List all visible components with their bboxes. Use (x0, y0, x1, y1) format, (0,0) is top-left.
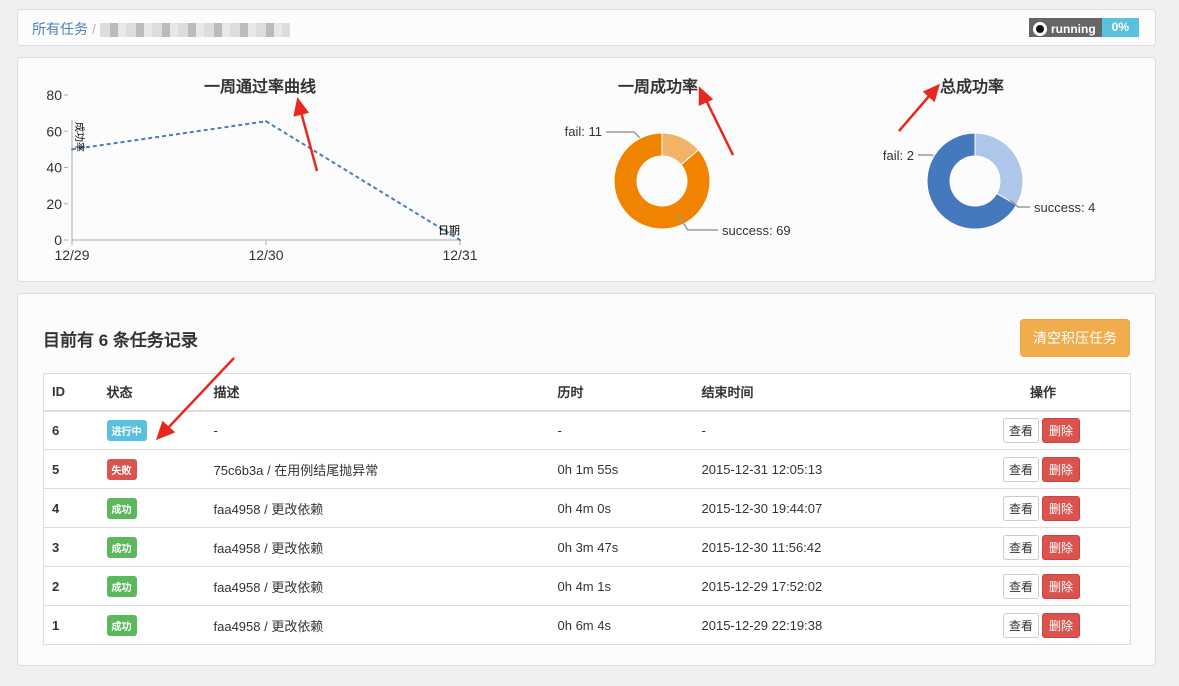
view-button[interactable]: 查看 (1002, 417, 1039, 443)
slice-label: success: 69 (722, 223, 791, 238)
task-id: 6 (43, 410, 99, 450)
task-id: 2 (43, 566, 99, 606)
task-end-time: 2015-12-30 11:56:42 (693, 527, 913, 567)
task-end-time: - (693, 410, 913, 450)
data-point (459, 239, 461, 241)
col-actions: 操作 (912, 373, 1131, 412)
table-header: ID 状态 描述 历时 结束时间 操作 (43, 373, 1131, 412)
view-button[interactable]: 查看 (1002, 534, 1039, 560)
table-row: 3 成功 faa4958 / 更改依赖 0h 3m 47s 2015-12-30… (43, 527, 1131, 567)
task-end-time: 2015-12-29 17:52:02 (693, 566, 913, 606)
task-id: 5 (43, 449, 99, 489)
y-tick-label: 40 (46, 160, 62, 176)
tasks-heading: 目前有 6 条任务记录 (43, 331, 198, 350)
status-badge: 成功 (106, 536, 137, 558)
task-desc: faa4958 / 更改依赖 (205, 605, 550, 645)
task-duration: 0h 3m 47s (549, 527, 694, 567)
clear-backlog-button[interactable]: 清空积压任务 (1020, 319, 1130, 357)
task-duration: 0h 6m 4s (549, 605, 694, 645)
y-tick-label: 0 (54, 232, 62, 248)
task-duration: 0h 4m 0s (549, 488, 694, 528)
x-tick-label: 12/30 (248, 247, 283, 263)
task-end-time: 2015-12-29 22:19:38 (693, 605, 913, 645)
slice-label: fail: 2 (883, 148, 914, 163)
tasks-panel: 目前有 6 条任务记录 清空积压任务 ID 状态 描述 历时 结束时间 操作 6… (17, 293, 1156, 666)
delete-button[interactable]: 删除 (1041, 495, 1080, 521)
task-id: 4 (43, 488, 99, 528)
delete-button[interactable]: 删除 (1041, 612, 1080, 638)
task-id: 3 (43, 527, 99, 567)
y-tick-label: 20 (46, 196, 62, 212)
tasks-table: ID 状态 描述 历时 结束时间 操作 6 进行中 - - - 查看 删除 5 失败… (43, 373, 1131, 645)
pass-rate-line (71, 120, 461, 241)
task-duration: - (549, 410, 694, 450)
col-duration: 历时 (549, 373, 694, 412)
delete-button[interactable]: 删除 (1041, 573, 1080, 599)
delete-button[interactable]: 删除 (1041, 456, 1080, 482)
table-row: 1 成功 faa4958 / 更改依赖 0h 6m 4s 2015-12-29 … (43, 605, 1131, 645)
col-id: ID (43, 373, 99, 412)
table-row: 4 成功 faa4958 / 更改依赖 0h 4m 0s 2015-12-30 … (43, 488, 1131, 528)
y-tick-label: 60 (46, 123, 62, 139)
y-axis-label: 成功率 (73, 122, 86, 152)
delete-button[interactable]: 删除 (1041, 534, 1080, 560)
charts-svg: 0 20 40 60 80 12/29 12/30 12/31 日期 成功率 fail: 11 suc… (46, 87, 1095, 263)
task-desc: faa4958 / 更改依赖 (205, 527, 550, 567)
view-button[interactable]: 查看 (1002, 456, 1039, 482)
task-end-time: 2015-12-31 12:05:13 (693, 449, 913, 489)
x-axis-label: 日期 (438, 224, 460, 237)
data-point (71, 148, 73, 151)
view-button[interactable]: 查看 (1002, 495, 1039, 521)
task-duration: 0h 4m 1s (549, 566, 694, 606)
data-point (265, 120, 267, 123)
x-tick-label: 12/29 (54, 247, 89, 263)
y-tick-label: 80 (46, 87, 62, 103)
status-badge: 成功 (106, 614, 137, 636)
slice-label: success: 4 (1034, 200, 1095, 215)
status-badge: 成功 (106, 497, 137, 519)
slice-label: fail: 11 (565, 124, 602, 139)
task-desc: faa4958 / 更改依赖 (205, 566, 550, 606)
view-button[interactable]: 查看 (1002, 573, 1039, 599)
task-desc: - (205, 410, 550, 450)
table-row: 5 失败 75c6b3a / 在用例结尾抛异常 0h 1m 55s 2015-1… (43, 449, 1131, 489)
delete-button[interactable]: 删除 (1041, 417, 1080, 443)
task-end-time: 2015-12-30 19:44:07 (693, 488, 913, 528)
col-end-time: 结束时间 (693, 373, 913, 412)
status-badge: 成功 (106, 575, 137, 597)
task-duration: 0h 1m 55s (549, 449, 694, 489)
table-row: 2 成功 faa4958 / 更改依赖 0h 4m 1s 2015-12-29 … (43, 566, 1131, 606)
table-row: 6 进行中 - - - 查看 删除 (43, 410, 1131, 450)
col-desc: 描述 (205, 373, 550, 412)
view-button[interactable]: 查看 (1002, 612, 1039, 638)
task-id: 1 (43, 605, 99, 645)
col-status: 状态 (98, 373, 206, 412)
x-tick-label: 12/31 (442, 247, 477, 263)
status-badge: 进行中 (106, 419, 147, 441)
task-desc: faa4958 / 更改依赖 (205, 488, 550, 528)
pie-slice (974, 132, 1024, 206)
task-desc: 75c6b3a / 在用例结尾抛异常 (205, 449, 550, 489)
status-badge: 失败 (106, 458, 137, 480)
